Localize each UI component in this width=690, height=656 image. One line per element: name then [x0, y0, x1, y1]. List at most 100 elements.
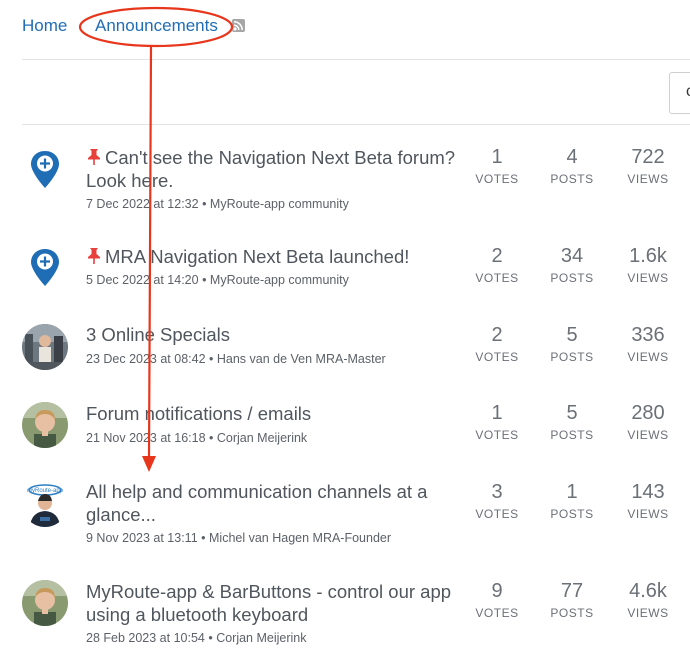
topic-title[interactable]: 3 Online Specials — [86, 323, 456, 346]
posts-count: 5 — [566, 402, 578, 424]
topic-title-text: MyRoute-app & BarButtons - control our a… — [86, 581, 452, 625]
topic-date: 7 Dec 2022 at 12:32 — [86, 197, 199, 211]
user-avatar[interactable] — [22, 324, 68, 370]
topic-title[interactable]: MRA Navigation Next Beta launched! — [86, 245, 456, 268]
svg-text:MyRoute-app: MyRoute-app — [27, 488, 64, 494]
topic-author[interactable]: MyRoute-app community — [210, 197, 349, 211]
pin-icon — [86, 247, 102, 265]
breadcrumb-home-link[interactable]: Home — [22, 16, 67, 36]
views-stat: 280 VIEWS — [613, 401, 683, 442]
views-label: VIEWS — [627, 350, 669, 364]
topic-meta: 23 Dec 2023 at 08:42 • Hans van de Ven M… — [86, 352, 386, 366]
topic-title[interactable]: Can't see the Navigation Next Beta forum… — [86, 146, 456, 192]
list-top-divider — [22, 124, 690, 125]
topic-title[interactable]: MyRoute-app & BarButtons - control our a… — [86, 580, 456, 626]
views-stat: 336 VIEWS — [613, 323, 683, 364]
topic-title-text: MRA Navigation Next Beta launched! — [105, 246, 410, 267]
map-pin-avatar-icon[interactable] — [22, 148, 68, 194]
topic-meta: 21 Nov 2023 at 16:18 • Corjan Meijerink — [86, 431, 307, 445]
views-label: VIEWS — [627, 271, 669, 285]
posts-label: POSTS — [550, 507, 594, 521]
topic-title[interactable]: Forum notifications / emails — [86, 402, 456, 425]
votes-count: 1 — [491, 402, 503, 424]
posts-stat: 1 POSTS — [537, 480, 607, 521]
votes-label: VOTES — [475, 271, 519, 285]
toolbar-action-button[interactable]: c — [669, 72, 690, 114]
views-stat: 4.6k VIEWS — [613, 579, 683, 620]
posts-count: 5 — [566, 324, 578, 346]
posts-stat: 5 POSTS — [537, 401, 607, 442]
votes-stat: 9 VOTES — [462, 579, 532, 620]
annotation-arrow-head — [142, 456, 156, 472]
topic-title-text: 3 Online Specials — [86, 324, 230, 345]
votes-stat: 1 VOTES — [462, 145, 532, 186]
votes-stat: 2 VOTES — [462, 244, 532, 285]
views-count: 280 — [631, 402, 665, 424]
posts-count: 1 — [566, 481, 578, 503]
pin-icon — [86, 148, 102, 166]
posts-count: 34 — [560, 245, 584, 267]
votes-label: VOTES — [475, 507, 519, 521]
topic-author[interactable]: MyRoute-app community — [210, 273, 349, 287]
posts-label: POSTS — [550, 428, 594, 442]
posts-label: POSTS — [550, 271, 594, 285]
posts-stat: 4 POSTS — [537, 145, 607, 186]
topic-title[interactable]: All help and communication channels at a… — [86, 480, 456, 526]
votes-stat: 3 VOTES — [462, 480, 532, 521]
views-count: 336 — [631, 324, 665, 346]
topic-title-text: Forum notifications / emails — [86, 403, 312, 424]
views-label: VIEWS — [627, 428, 669, 442]
toolbar-action-label: c — [686, 83, 690, 101]
votes-label: VOTES — [475, 606, 519, 620]
meta-separator: • — [198, 197, 210, 211]
views-count: 143 — [631, 481, 665, 503]
meta-separator: • — [204, 631, 217, 645]
user-avatar[interactable] — [22, 402, 68, 448]
topic-meta: 7 Dec 2022 at 12:32 • MyRoute-app commun… — [86, 197, 349, 211]
meta-separator: • — [198, 273, 210, 287]
user-avatar[interactable] — [22, 580, 68, 626]
topic-author[interactable]: Corjan Meijerink — [217, 431, 307, 445]
topic-date: 9 Nov 2023 at 13:11 — [86, 531, 198, 545]
views-label: VIEWS — [627, 606, 669, 620]
views-count: 722 — [631, 146, 665, 168]
topic-author[interactable]: Corjan Meijerink — [216, 631, 306, 645]
topic-date: 5 Dec 2022 at 14:20 — [86, 273, 199, 287]
views-label: VIEWS — [627, 507, 669, 521]
votes-count: 2 — [491, 245, 503, 267]
posts-stat: 34 POSTS — [537, 244, 607, 285]
votes-label: VOTES — [475, 350, 519, 364]
votes-count: 1 — [491, 146, 503, 168]
topic-author[interactable]: Hans van de Ven MRA-Master — [217, 352, 386, 366]
topic-title-text: All help and communication channels at a… — [86, 481, 428, 525]
views-count: 4.6k — [629, 580, 667, 602]
views-count: 1.6k — [629, 245, 667, 267]
posts-label: POSTS — [550, 350, 594, 364]
breadcrumb-announcements-link[interactable]: Announcements — [95, 16, 218, 36]
meta-separator: • — [205, 352, 217, 366]
posts-count: 77 — [560, 580, 584, 602]
map-pin-avatar-icon[interactable] — [22, 246, 68, 292]
topic-date: 23 Dec 2023 at 08:42 — [86, 352, 206, 366]
posts-stat: 77 POSTS — [537, 579, 607, 620]
views-stat: 143 VIEWS — [613, 480, 683, 521]
votes-count: 3 — [491, 481, 503, 503]
topic-title-text: Can't see the Navigation Next Beta forum… — [86, 147, 456, 191]
topic-meta: 28 Feb 2023 at 10:54 • Corjan Meijerink — [86, 631, 307, 645]
votes-count: 9 — [491, 580, 503, 602]
views-label: VIEWS — [627, 172, 669, 186]
topic-author[interactable]: Michel van Hagen MRA-Founder — [209, 531, 391, 545]
user-avatar[interactable]: MyRoute-app — [22, 481, 68, 527]
posts-label: POSTS — [550, 606, 594, 620]
votes-stat: 1 VOTES — [462, 401, 532, 442]
posts-label: POSTS — [550, 172, 594, 186]
topic-date: 28 Feb 2023 at 10:54 — [86, 631, 205, 645]
votes-label: VOTES — [475, 172, 519, 186]
topic-meta: 5 Dec 2022 at 14:20 • MyRoute-app commun… — [86, 273, 349, 287]
votes-count: 2 — [491, 324, 503, 346]
topic-date: 21 Nov 2023 at 16:18 — [86, 431, 206, 445]
rss-feed-icon[interactable] — [232, 19, 245, 32]
views-stat: 1.6k VIEWS — [613, 244, 683, 285]
votes-label: VOTES — [475, 428, 519, 442]
posts-stat: 5 POSTS — [537, 323, 607, 364]
